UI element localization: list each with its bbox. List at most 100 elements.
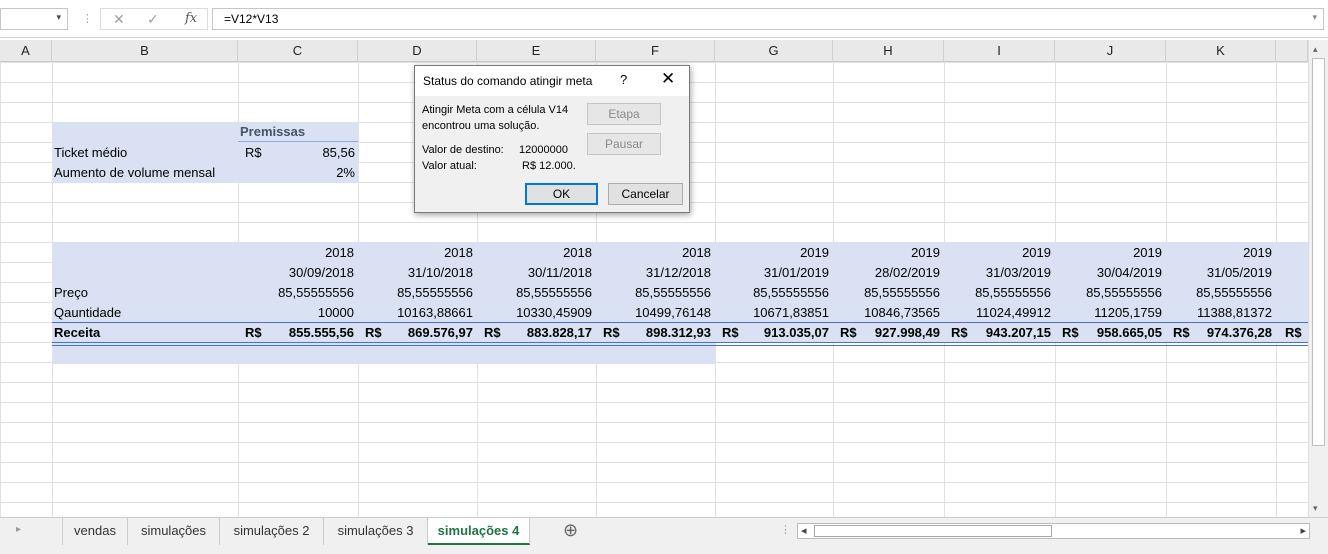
tab-nav-icon[interactable]: ▸ [16, 524, 21, 535]
aumento-value[interactable]: 2% [260, 163, 355, 183]
preco-cell[interactable]: 85,55555556 [479, 283, 592, 303]
horizontal-scrollbar[interactable]: ◂ ▸ [797, 523, 1310, 539]
pause-button[interactable]: Pausar [587, 133, 661, 155]
receita-currency: R$ [840, 325, 857, 340]
receita-currency: R$ [1062, 325, 1079, 340]
date-cell[interactable]: 28/02/2019 [835, 263, 940, 283]
date-cell[interactable]: 31/12/2018 [598, 263, 711, 283]
preco-cell[interactable]: 85,55555556 [1057, 283, 1162, 303]
col-header-k[interactable]: K [1166, 40, 1276, 62]
enter-icon[interactable]: ✓ [147, 11, 159, 28]
receita-currency: R$ [484, 325, 501, 340]
quantidade-cell[interactable]: 10163,88661 [360, 303, 473, 323]
year-cell[interactable]: 2019 [946, 243, 1051, 263]
quantidade-cell[interactable]: 11205,1759 [1057, 303, 1162, 323]
tab-simulacoes-2[interactable]: simulações 2 [220, 518, 324, 545]
receita-currency: R$ [951, 325, 968, 340]
year-cell[interactable]: 2019 [835, 243, 940, 263]
drag-handle-icon[interactable]: ⋮ [82, 13, 93, 25]
date-cell[interactable]: 31/01/2019 [717, 263, 829, 283]
date-cell[interactable]: 31/05/2019 [1168, 263, 1272, 283]
status-bar [0, 545, 1328, 554]
date-cell[interactable]: 30/09/2018 [240, 263, 354, 283]
date-cell[interactable]: 31/03/2019 [946, 263, 1051, 283]
formula-bar: ▾ ⋮ ✕ ✓ fx =V12*V13 ▾ [0, 0, 1328, 38]
step-button[interactable]: Etapa [587, 103, 661, 125]
date-cell[interactable]: 30/04/2019 [1057, 263, 1162, 283]
year-cell[interactable]: 2019 [1168, 243, 1272, 263]
preco-cell[interactable]: 85,55555556 [360, 283, 473, 303]
close-icon[interactable]: ✕ [661, 70, 675, 87]
quantidade-cell[interactable]: 10846,73565 [835, 303, 940, 323]
quantidade-cell[interactable]: 10671,83851 [717, 303, 829, 323]
tab-simulacoes[interactable]: simulações [128, 518, 220, 545]
receita-currency: R$ [1285, 325, 1302, 340]
col-header-l[interactable] [1276, 40, 1308, 62]
year-cell[interactable]: 2019 [717, 243, 829, 263]
quantidade-cell[interactable]: 10000 [240, 303, 354, 323]
add-sheet-icon[interactable]: ⊕ [563, 520, 578, 541]
name-box[interactable]: ▾ [0, 8, 68, 30]
col-header-f[interactable]: F [596, 40, 715, 62]
expand-icon[interactable]: ▾ [1312, 12, 1317, 23]
splitter-icon[interactable]: ⋮ [780, 523, 791, 536]
function-icon[interactable]: fx [185, 11, 197, 26]
col-header-a[interactable]: A [0, 40, 52, 62]
receita-currency: R$ [365, 325, 382, 340]
vertical-scrollbar[interactable]: ▴ ▾ [1308, 40, 1328, 517]
year-cell[interactable]: 2018 [240, 243, 354, 263]
tab-simulacoes-4[interactable]: simulações 4 [428, 518, 530, 545]
col-header-j[interactable]: J [1055, 40, 1166, 62]
col-header-b[interactable]: B [52, 40, 238, 62]
chevron-down-icon[interactable]: ▾ [56, 12, 61, 23]
col-header-i[interactable]: I [944, 40, 1055, 62]
year-cell[interactable]: 2018 [479, 243, 592, 263]
date-cell[interactable]: 31/10/2018 [360, 263, 473, 283]
scroll-left-icon[interactable]: ◂ [801, 524, 807, 537]
cancel-button[interactable]: Cancelar [608, 183, 683, 205]
formula-input[interactable]: =V12*V13 ▾ [212, 8, 1324, 30]
year-cell[interactable]: 2018 [360, 243, 473, 263]
col-header-g[interactable]: G [715, 40, 833, 62]
scroll-right-icon[interactable]: ▸ [1300, 524, 1306, 537]
scroll-up-icon[interactable]: ▴ [1313, 44, 1318, 55]
date-cell[interactable]: 30/11/2018 [479, 263, 592, 283]
quantidade-cell[interactable]: 10330,45909 [479, 303, 592, 323]
year-cell[interactable]: 2019 [1057, 243, 1162, 263]
formula-text: =V12*V13 [224, 12, 279, 26]
help-icon[interactable]: ? [620, 72, 627, 87]
scroll-thumb[interactable] [1312, 58, 1325, 446]
ok-button[interactable]: OK [525, 183, 598, 205]
target-value: 12000000 [519, 144, 568, 156]
receita-label: Receita [54, 325, 101, 340]
col-header-e[interactable]: E [477, 40, 596, 62]
scroll-down-icon[interactable]: ▾ [1313, 503, 1318, 514]
quantidade-cell[interactable]: 11024,49912 [946, 303, 1051, 323]
dialog-title: Status do comando atingir meta [423, 74, 593, 88]
hscroll-thumb[interactable] [814, 525, 1052, 537]
col-header-h[interactable]: H [833, 40, 944, 62]
dialog-title-bar: Status do comando atingir meta ? ✕ [415, 66, 689, 96]
quantidade-cell[interactable]: 11388,81372 [1168, 303, 1272, 323]
current-value: R$ 12.000. [522, 160, 576, 172]
dialog-message-2: encontrou uma solução. [422, 120, 540, 132]
preco-cell[interactable]: 85,55555556 [240, 283, 354, 303]
preco-cell[interactable]: 85,55555556 [1168, 283, 1272, 303]
col-header-d[interactable]: D [358, 40, 477, 62]
aumento-label: Aumento de volume mensal [54, 165, 216, 180]
quantidade-label: Qauntidade [54, 305, 122, 320]
tab-vendas[interactable]: vendas [62, 518, 128, 545]
current-label: Valor atual: [422, 160, 477, 172]
receita-currency: R$ [722, 325, 739, 340]
preco-cell[interactable]: 85,55555556 [717, 283, 829, 303]
cancel-icon[interactable]: ✕ [113, 11, 125, 28]
preco-cell[interactable]: 85,55555556 [598, 283, 711, 303]
preco-cell[interactable]: 85,55555556 [946, 283, 1051, 303]
quantidade-cell[interactable]: 10499,76148 [598, 303, 711, 323]
col-header-c[interactable]: C [238, 40, 358, 62]
preco-cell[interactable]: 85,55555556 [835, 283, 940, 303]
tab-simulacoes-3[interactable]: simulações 3 [324, 518, 428, 545]
ticket-value[interactable]: 85,56 [260, 143, 355, 163]
preco-label: Preço [54, 285, 88, 300]
year-cell[interactable]: 2018 [598, 243, 711, 263]
